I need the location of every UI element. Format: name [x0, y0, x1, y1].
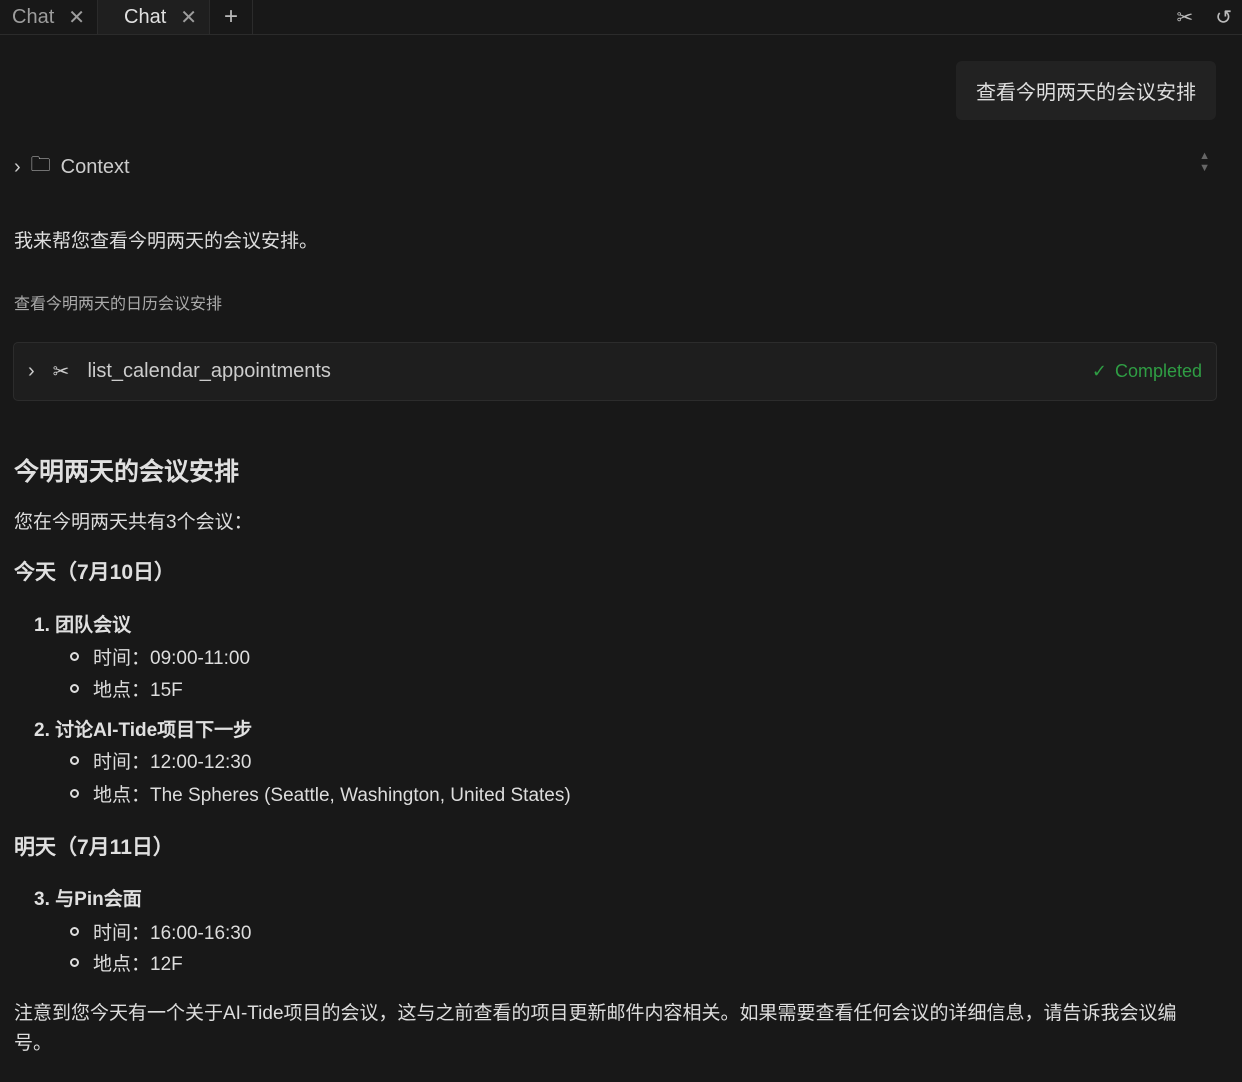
- folder-icon: 🗀: [30, 154, 51, 176]
- tab-label: Chat: [124, 5, 167, 28]
- user-message: 查看今明两天的会议安排: [956, 61, 1216, 120]
- tab-chat-1[interactable]: Chat ✕: [0, 0, 99, 34]
- new-tab-button[interactable]: +: [210, 0, 254, 34]
- meeting-place: 地点：The Spheres (Seattle, Washington, Uni…: [70, 780, 571, 807]
- tools-icon[interactable]: ✂: [1176, 5, 1193, 30]
- meeting-title: 2. 讨论AI-Tide项目下一步: [34, 720, 253, 741]
- meeting-place: 地点：15F: [70, 675, 183, 702]
- status-label: Completed: [1114, 361, 1202, 381]
- history-icon[interactable]: ↺: [1215, 5, 1232, 30]
- intro-text: 我来帮您查看今明两天的会议安排。: [14, 231, 319, 252]
- tools-icon: ✂: [52, 361, 70, 383]
- tool-call-card[interactable]: › ✂ list_calendar_appointments ✓ Complete…: [13, 342, 1217, 401]
- meeting-time: 时间：09:00-11:00: [70, 643, 250, 670]
- tab-bar: Chat ✕ Chat ✕ + ✂ ↺: [0, 0, 1242, 35]
- status-badge: ✓ Completed: [1092, 361, 1202, 382]
- close-icon[interactable]: ✕: [68, 5, 85, 30]
- response-heading: 今明两天的会议安排: [14, 458, 240, 486]
- day-heading: 明天（7月11日）: [14, 836, 174, 859]
- footer-note: 注意到您今天有一个关于AI-Tide项目的会议，这与之前查看的项目更新邮件内容相…: [14, 1003, 1177, 1054]
- meeting-time: 时间：16:00-16:30: [70, 918, 251, 945]
- tool-caption: 查看今明两天的日历会议安排: [14, 296, 223, 313]
- check-icon: ✓: [1091, 361, 1107, 381]
- meeting-place: 地点：12F: [70, 949, 183, 976]
- chevron-right-icon: ›: [28, 360, 35, 382]
- day-heading: 今天（7月10日）: [14, 561, 176, 584]
- meeting-time: 时间：12:00-12:30: [70, 747, 251, 774]
- tool-name: list_calendar_appointments: [87, 360, 331, 382]
- meeting-title: 1. 团队会议: [34, 615, 132, 636]
- tab-chat-2[interactable]: Chat ✕: [98, 0, 211, 34]
- close-icon[interactable]: ✕: [180, 5, 197, 30]
- context-toggle[interactable]: › 🗀 Context: [14, 150, 130, 184]
- scroll-arrows[interactable]: ▲ ▼: [1199, 150, 1210, 174]
- chevron-right-icon: ›: [14, 155, 21, 178]
- summary-text: 您在今明两天共有3个会议：: [14, 512, 253, 533]
- context-label: Context: [60, 155, 130, 178]
- tab-label: Chat: [12, 5, 55, 28]
- meeting-title: 3. 与Pin会面: [34, 889, 142, 910]
